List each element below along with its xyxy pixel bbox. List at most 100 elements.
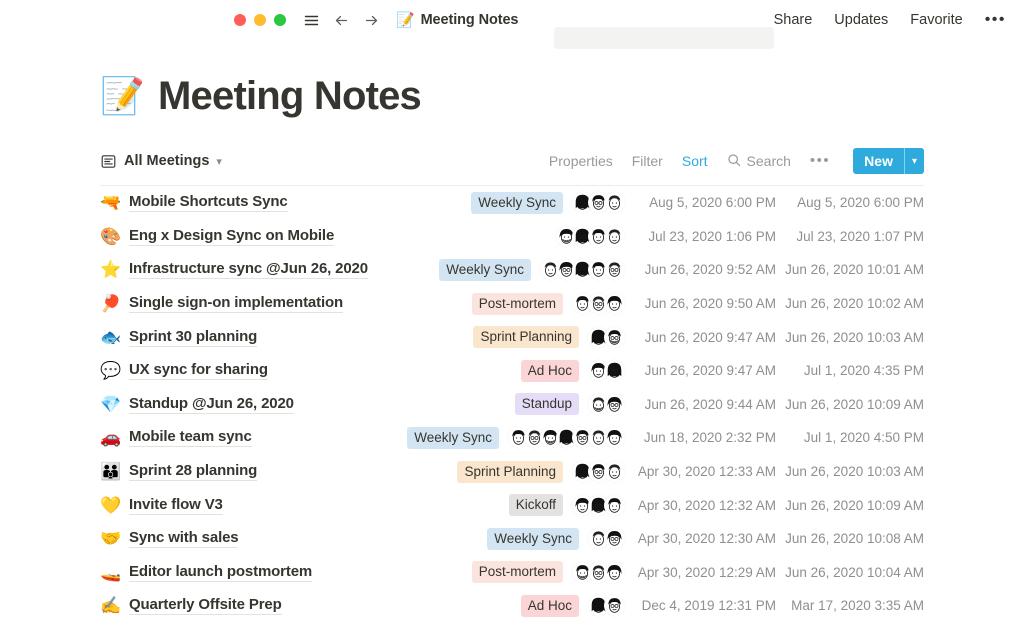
row-title[interactable]: Mobile team sync (129, 428, 252, 447)
table-row[interactable]: 🔫Mobile Shortcuts SyncWeekly SyncAug 5, … (100, 186, 924, 220)
row-title[interactable]: Mobile Shortcuts Sync (129, 193, 288, 212)
breadcrumb[interactable]: 📝 Meeting Notes (396, 12, 518, 28)
row-name-cell[interactable]: 🤝Sync with sales (100, 529, 238, 548)
table-row[interactable]: 🐟Sprint 30 planningSprint PlanningJun 26… (100, 320, 924, 354)
avatar[interactable] (604, 192, 625, 213)
row-title[interactable]: Invite flow V3 (129, 496, 223, 515)
row-emoji-icon: 🔫 (100, 194, 119, 211)
table-row[interactable]: ⭐Infrastructure sync @Jun 26, 2020 Weekly… (100, 253, 924, 287)
maximize-window-button[interactable] (274, 14, 286, 26)
avatar[interactable] (604, 360, 625, 381)
row-name-cell[interactable]: 💎Standup @Jun 26, 2020 (100, 395, 294, 414)
status-badge[interactable]: Weekly Sync (471, 192, 563, 214)
status-badge[interactable]: Ad Hoc (521, 360, 579, 382)
search-button[interactable]: Search (727, 153, 791, 170)
avatar[interactable] (604, 595, 625, 616)
row-name-cell[interactable]: 💛Invite flow V3 (100, 496, 223, 515)
table-row[interactable]: ✍️Quarterly Offsite PrepAd HocDec 4, 201… (100, 589, 924, 623)
row-name-cell[interactable]: 🎨Eng x Design Sync on Mobile (100, 227, 334, 246)
arrow-left-icon[interactable] (330, 9, 352, 31)
row-name-cell[interactable]: 🐟Sprint 30 planning (100, 328, 257, 347)
hamburger-icon[interactable] (300, 9, 322, 31)
table-row[interactable]: 💬UX sync for sharingAd HocJun 26, 2020 9… (100, 354, 924, 388)
avatar[interactable] (604, 461, 625, 482)
filter-button[interactable]: Filter (632, 153, 663, 169)
row-name-cell[interactable]: 🚤Editor launch postmortem (100, 563, 312, 582)
table-row[interactable]: 🏓Single sign-on implementation Post-morte… (100, 287, 924, 321)
avatar[interactable] (604, 327, 625, 348)
avatar[interactable] (604, 495, 625, 516)
row-title[interactable]: Quarterly Offsite Prep (129, 596, 282, 615)
status-badge[interactable]: Sprint Planning (473, 326, 579, 348)
table-row[interactable]: 💎Standup @Jun 26, 2020StandupJun 26, 202… (100, 388, 924, 422)
avatar-group[interactable] (588, 360, 625, 381)
avatar-group[interactable] (588, 327, 625, 348)
avatar[interactable] (604, 394, 625, 415)
row-title[interactable]: Standup @Jun 26, 2020 (129, 395, 294, 414)
row-title[interactable]: Eng x Design Sync on Mobile (129, 227, 334, 246)
status-badge[interactable]: Post-mortem (472, 561, 563, 583)
view-tab-all-meetings[interactable]: All Meetings ▾ (100, 153, 222, 170)
table-row[interactable]: 👪Sprint 28 planningSprint PlanningApr 30… (100, 455, 924, 489)
avatar[interactable] (604, 427, 625, 448)
avatar[interactable] (604, 562, 625, 583)
avatar-group[interactable] (588, 595, 625, 616)
more-options-icon[interactable]: ••• (985, 15, 1006, 25)
properties-button[interactable]: Properties (549, 153, 613, 169)
avatar[interactable] (604, 293, 625, 314)
row-name-cell[interactable]: ⭐Infrastructure sync @Jun 26, 2020 (100, 260, 368, 279)
avatar[interactable] (604, 259, 625, 280)
row-title[interactable]: Sprint 28 planning (129, 462, 257, 481)
row-name-cell[interactable]: 🚗Mobile team sync (100, 428, 252, 447)
avatar-group[interactable] (572, 461, 625, 482)
table-row[interactable]: 🎨Eng x Design Sync on MobileJul 23, 2020… (100, 220, 924, 254)
row-name-cell[interactable]: ✍️Quarterly Offsite Prep (100, 596, 282, 615)
avatar-group[interactable] (540, 259, 625, 280)
row-name-cell[interactable]: 💬UX sync for sharing (100, 361, 268, 380)
avatar-group[interactable] (588, 528, 625, 549)
status-badge[interactable]: Weekly Sync (487, 528, 579, 550)
avatar[interactable] (604, 528, 625, 549)
avatar[interactable] (604, 226, 625, 247)
avatar-group[interactable] (588, 394, 625, 415)
row-title[interactable]: Infrastructure sync @Jun 26, 2020 (129, 260, 368, 279)
avatar-group[interactable] (572, 192, 625, 213)
avatar-group[interactable] (572, 293, 625, 314)
page-emoji-icon[interactable]: 📝 (100, 78, 144, 114)
row-name-cell[interactable]: 👪Sprint 28 planning (100, 462, 257, 481)
arrow-right-icon[interactable] (360, 9, 382, 31)
new-button[interactable]: New ▾ (853, 148, 924, 174)
minimize-window-button[interactable] (254, 14, 266, 26)
avatar-group[interactable] (556, 226, 625, 247)
favorite-button[interactable]: Favorite (910, 12, 962, 28)
page-title: 📝 Meeting Notes (100, 74, 924, 118)
table-row[interactable]: 🚤Editor launch postmortemPost-mortemApr … (100, 556, 924, 590)
status-badge[interactable]: Standup (515, 393, 579, 415)
row-name-cell[interactable]: 🔫 Mobile Shortcuts Sync (100, 193, 288, 212)
new-button-chevron-down-icon[interactable]: ▾ (905, 148, 924, 174)
updates-button[interactable]: Updates (834, 12, 888, 28)
row-title[interactable]: Sprint 30 planning (129, 328, 257, 347)
table-row[interactable]: 🚗Mobile team syncWeekly SyncJun 18, 2020… (100, 421, 924, 455)
share-button[interactable]: Share (774, 12, 813, 28)
row-title[interactable]: UX sync for sharing (129, 361, 268, 380)
status-badge[interactable]: Ad Hoc (521, 595, 579, 617)
row-name-cell[interactable]: 🏓Single sign-on implementation (100, 294, 343, 313)
page-title-text[interactable]: Meeting Notes (158, 74, 421, 118)
avatar-group[interactable] (572, 495, 625, 516)
status-badge[interactable]: Sprint Planning (457, 461, 563, 483)
status-badge[interactable]: Post-mortem (472, 293, 563, 315)
table-row[interactable]: 🤝Sync with salesWeekly SyncApr 30, 2020 … (100, 522, 924, 556)
row-title[interactable]: Sync with sales (129, 529, 238, 548)
row-title[interactable]: Editor launch postmortem (129, 563, 312, 582)
status-badge[interactable]: Weekly Sync (407, 427, 499, 449)
sort-button[interactable]: Sort (682, 153, 708, 169)
close-window-button[interactable] (234, 14, 246, 26)
avatar-group[interactable] (508, 427, 625, 448)
status-badge[interactable]: Kickoff (509, 494, 563, 516)
avatar-group[interactable] (572, 562, 625, 583)
table-row[interactable]: 💛Invite flow V3KickoffApr 30, 2020 12:32… (100, 488, 924, 522)
row-title[interactable]: Single sign-on implementation (129, 294, 343, 313)
status-badge[interactable]: Weekly Sync (439, 259, 531, 281)
view-more-icon[interactable]: ••• (810, 157, 830, 165)
